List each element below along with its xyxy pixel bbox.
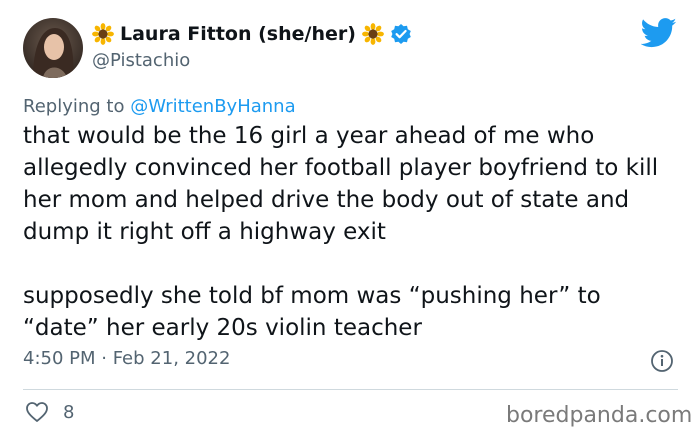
author-handle[interactable]: @Pistachio: [92, 50, 190, 71]
tweet-text: that would be the 16 girl a year ahead o…: [23, 120, 683, 344]
heart-icon[interactable]: [25, 401, 49, 423]
divider: [23, 389, 678, 390]
replying-to-label: Replying to: [23, 96, 125, 117]
twitter-bird-icon[interactable]: [641, 18, 677, 48]
author-name-row[interactable]: Laura Fitton (she/her): [92, 21, 412, 47]
author-name[interactable]: Laura Fitton (she/her): [120, 23, 356, 45]
replying-to: Replying to @WrittenByHanna: [23, 96, 296, 117]
avatar-photo: [23, 18, 83, 78]
watermark: boredpanda.com: [506, 403, 693, 428]
sunflower-icon: [92, 23, 114, 45]
tweet-paragraph: supposedly she told bf mom was “pushing …: [23, 283, 601, 341]
sunflower-icon: [362, 23, 384, 45]
reply-handle-link[interactable]: @WrittenByHanna: [130, 96, 295, 117]
like-count: 8: [63, 401, 75, 423]
verified-badge-icon: [391, 24, 411, 44]
tweet-paragraph: that would be the 16 girl a year ahead o…: [23, 123, 659, 245]
avatar[interactable]: [23, 18, 83, 78]
info-icon[interactable]: [650, 349, 674, 373]
tweet-timestamp[interactable]: 4:50 PM · Feb 21, 2022: [23, 348, 230, 369]
like-action[interactable]: 8: [25, 401, 74, 423]
